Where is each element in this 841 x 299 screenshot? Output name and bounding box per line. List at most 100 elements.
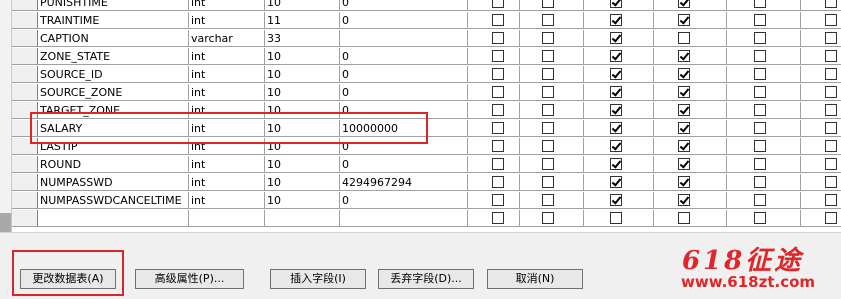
checkbox-unchecked[interactable] [825,194,837,206]
checkbox-unchecked[interactable] [492,32,504,44]
table-row[interactable]: NUMPASSWDCANCELTIME int 10 0 [12,192,841,210]
checkbox-checked[interactable] [678,122,690,134]
field-default-cell[interactable]: 0 [340,0,468,11]
field-length-cell[interactable] [265,210,340,227]
checkbox-unchecked[interactable] [754,32,766,44]
table-row[interactable]: SALARY int 10 10000000 [12,120,841,138]
field-default-cell[interactable]: 0 [340,192,468,209]
field-length-cell[interactable]: 10 [265,84,340,101]
row-header[interactable] [12,210,38,227]
checkbox-checked[interactable] [678,176,690,188]
checkbox-unchecked[interactable] [492,212,504,224]
checkbox-checked[interactable] [610,32,622,44]
checkbox-checked[interactable] [610,86,622,98]
field-default-cell[interactable]: 10000000 [340,120,468,137]
table-row[interactable]: CAPTION varchar 33 [12,30,841,48]
checkbox-unchecked[interactable] [825,14,837,26]
checkbox-unchecked[interactable] [825,104,837,116]
row-header[interactable] [12,120,38,137]
field-type-cell[interactable]: int [189,156,265,173]
field-name-cell[interactable]: LASTIP [38,138,189,155]
row-header[interactable] [12,138,38,155]
field-default-cell[interactable]: 0 [340,84,468,101]
checkbox-unchecked[interactable] [542,212,554,224]
field-type-cell[interactable]: int [189,48,265,65]
checkbox-unchecked[interactable] [492,158,504,170]
checkbox-unchecked[interactable] [492,104,504,116]
field-name-cell[interactable]: TRAINTIME [38,12,189,29]
checkbox-unchecked[interactable] [825,86,837,98]
checkbox-unchecked[interactable] [542,14,554,26]
checkbox-checked[interactable] [678,68,690,80]
row-header[interactable] [12,156,38,173]
field-default-cell[interactable]: 0 [340,102,468,119]
row-header[interactable] [12,12,38,29]
checkbox-unchecked[interactable] [492,194,504,206]
checkbox-unchecked[interactable] [754,194,766,206]
checkbox-checked[interactable] [610,122,622,134]
field-type-cell[interactable]: varchar [189,30,265,47]
checkbox-checked[interactable] [678,86,690,98]
checkbox-unchecked[interactable] [542,194,554,206]
checkbox-checked[interactable] [610,0,622,8]
field-type-cell[interactable]: int [189,138,265,155]
row-header[interactable] [12,84,38,101]
checkbox-unchecked[interactable] [542,32,554,44]
checkbox-checked[interactable] [678,0,690,8]
checkbox-unchecked[interactable] [542,176,554,188]
field-default-cell[interactable]: 0 [340,156,468,173]
checkbox-checked[interactable] [610,50,622,62]
field-length-cell[interactable]: 10 [265,192,340,209]
checkbox-unchecked[interactable] [825,68,837,80]
field-name-cell[interactable]: SALARY [38,120,189,137]
field-length-cell[interactable]: 33 [265,30,340,47]
checkbox-unchecked[interactable] [825,32,837,44]
table-row[interactable]: SOURCE_ZONE int 10 0 [12,84,841,102]
field-default-cell[interactable] [340,30,468,47]
checkbox-unchecked[interactable] [825,140,837,152]
checkbox-unchecked[interactable] [542,50,554,62]
field-default-cell[interactable]: 0 [340,66,468,83]
checkbox-checked[interactable] [678,158,690,170]
checkbox-unchecked[interactable] [492,86,504,98]
checkbox-unchecked[interactable] [754,140,766,152]
field-type-cell[interactable]: int [189,12,265,29]
checkbox-unchecked[interactable] [492,122,504,134]
field-length-cell[interactable]: 10 [265,102,340,119]
checkbox-unchecked[interactable] [754,50,766,62]
field-type-cell[interactable]: int [189,174,265,191]
row-header[interactable] [12,66,38,83]
checkbox-unchecked[interactable] [825,50,837,62]
field-type-cell[interactable]: int [189,66,265,83]
field-default-cell[interactable]: 0 [340,12,468,29]
table-row[interactable]: LASTIP int 10 0 [12,138,841,156]
checkbox-unchecked[interactable] [492,50,504,62]
checkbox-unchecked[interactable] [754,176,766,188]
checkbox-checked[interactable] [610,14,622,26]
table-row[interactable]: PUNISHTIME int 10 0 [12,0,841,12]
cancel-button[interactable]: 取消(N) [487,269,583,289]
checkbox-unchecked[interactable] [754,104,766,116]
field-name-cell[interactable]: ROUND [38,156,189,173]
checkbox-unchecked[interactable] [542,86,554,98]
checkbox-checked[interactable] [678,14,690,26]
field-name-cell[interactable] [38,210,189,227]
checkbox-unchecked[interactable] [542,140,554,152]
table-row[interactable]: ZONE_STATE int 10 0 [12,48,841,66]
table-row[interactable]: ROUND int 10 0 [12,156,841,174]
row-header[interactable] [12,0,38,11]
field-type-cell[interactable]: int [189,84,265,101]
checkbox-unchecked[interactable] [678,32,690,44]
field-type-cell[interactable]: int [189,102,265,119]
field-type-cell[interactable]: int [189,0,265,11]
table-row[interactable]: SOURCE_ID int 10 0 [12,66,841,84]
field-type-cell[interactable]: int [189,192,265,209]
row-header[interactable] [12,48,38,65]
checkbox-checked[interactable] [678,194,690,206]
field-type-cell[interactable] [189,210,265,227]
checkbox-unchecked[interactable] [610,212,622,224]
checkbox-unchecked[interactable] [542,0,554,8]
checkbox-unchecked[interactable] [825,212,837,224]
insert-field-button[interactable]: 插入字段(I) [270,269,366,289]
alter-table-button[interactable]: 更改数据表(A) [20,269,116,289]
